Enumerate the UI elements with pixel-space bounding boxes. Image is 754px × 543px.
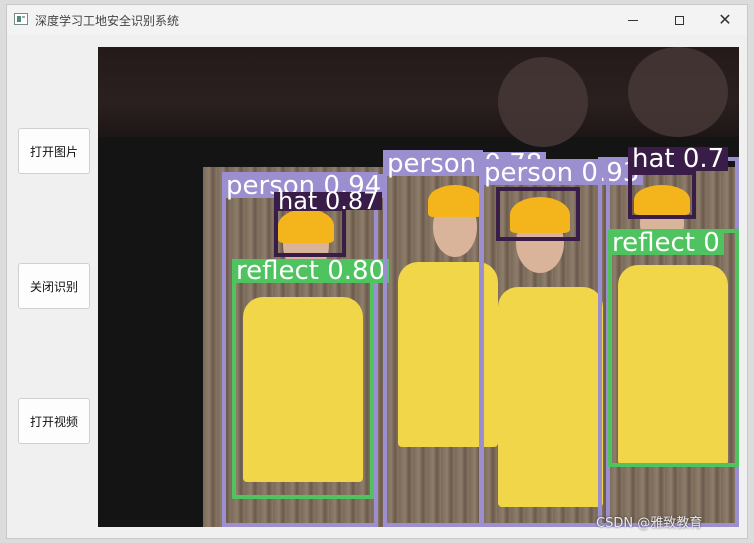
detection-box-hat [496, 187, 580, 241]
window-title: 深度学习工地安全识别系统 [35, 14, 180, 28]
background-head [628, 47, 728, 137]
open-image-button[interactable]: 打开图片 [18, 128, 90, 174]
close-button[interactable]: ✕ [702, 5, 748, 35]
minimize-icon [628, 19, 638, 21]
stop-detection-button[interactable]: 关闭识别 [18, 263, 90, 309]
minimize-button[interactable] [610, 5, 656, 35]
maximize-icon [674, 15, 684, 25]
detection-box-person [383, 150, 483, 527]
watermark: CSDN @雅致教育 [596, 516, 703, 531]
detection-box-reflect [608, 229, 739, 467]
detection-box-hat [628, 171, 696, 219]
maximize-button[interactable] [656, 5, 702, 35]
app-window: 深度学习工地安全识别系统 ✕ 打开图片 关闭识别 打开视频 person 0.9… [6, 4, 748, 539]
open-video-button[interactable]: 打开视频 [18, 398, 90, 444]
detection-image-view: person 0.94 hat 0.87 reflect 0.80 person… [98, 47, 739, 527]
app-icon [14, 13, 28, 25]
detection-label: reflect 0 [608, 230, 724, 256]
title-bar: 深度学习工地安全识别系统 ✕ [7, 5, 747, 35]
detection-box-reflect [232, 279, 374, 499]
close-icon: ✕ [718, 10, 732, 29]
detection-label: hat 0.87 [274, 189, 383, 213]
detection-label: reflect 0.80 [232, 258, 390, 284]
detection-label: hat 0.7 [628, 146, 729, 172]
background-scene [98, 47, 739, 147]
background-head [498, 57, 588, 147]
